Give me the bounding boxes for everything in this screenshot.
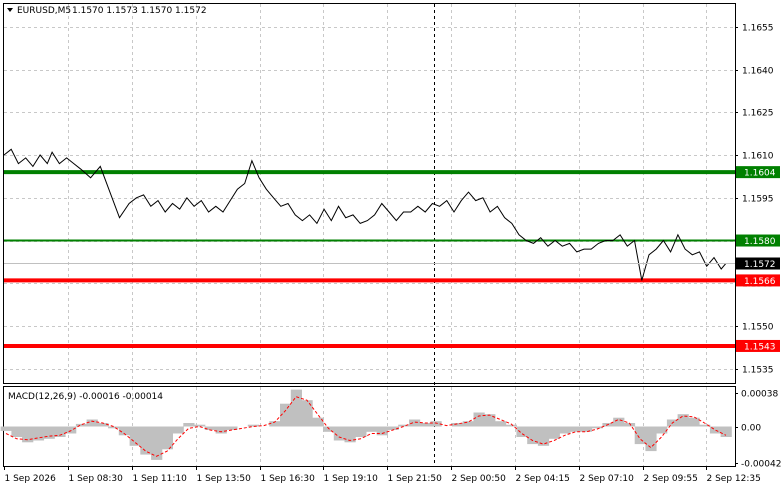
histogram-bar — [505, 424, 517, 427]
x-tick-label: 2 Sep 00:50 — [452, 474, 507, 484]
histogram-bar — [355, 426, 367, 437]
x-tick-label: 1 Sep 2026 — [5, 474, 57, 484]
macd-tick-label: 0.00 — [741, 424, 761, 434]
histogram-bar — [591, 426, 603, 429]
y-tick-label: 1.1535 — [742, 366, 774, 376]
x-tick-label: 1 Sep 08:30 — [69, 474, 124, 484]
chart-background — [0, 0, 781, 489]
histogram-bar — [204, 426, 216, 430]
histogram-bar — [75, 423, 88, 427]
histogram-bar — [537, 426, 550, 446]
histogram-bar — [409, 419, 421, 427]
histogram-bar — [290, 389, 302, 427]
histogram-bar — [0, 426, 12, 431]
histogram-bar — [720, 426, 732, 437]
level-badge-label: 1.1604 — [744, 169, 776, 179]
y-tick-label: 1.1655 — [742, 24, 774, 34]
y-tick-label: 1.1610 — [742, 152, 774, 162]
x-tick-label: 1 Sep 13:50 — [197, 474, 252, 484]
histogram-bar — [570, 426, 582, 432]
histogram-bar — [161, 426, 173, 450]
histogram-bar — [634, 426, 646, 445]
trading-chart: 1.1655 1.1640 1.1625 1.1610 1.1595 1.1580 1.15… — [0, 0, 781, 489]
histogram-bar — [172, 426, 184, 434]
histogram-bar — [419, 423, 431, 427]
histogram-bar — [462, 421, 474, 427]
x-tick-label: 2 Sep 09:55 — [644, 474, 698, 484]
current-price-label: 1.1572 — [744, 260, 776, 270]
histogram-bar — [215, 426, 227, 434]
x-tick-label: 2 Sep 12:35 — [707, 474, 761, 484]
histogram-bar — [688, 417, 700, 427]
level-badge-label: 1.1543 — [744, 342, 776, 352]
histogram-bar — [473, 412, 485, 427]
x-tick-label: 1 Sep 19:10 — [324, 474, 379, 484]
macd-tick-label: 0.00038 — [741, 390, 778, 400]
y-tick-label: 1.1550 — [742, 323, 774, 333]
x-tick-label: 1 Sep 16:30 — [261, 474, 316, 484]
chart-symbol: EURUSD,M5 — [17, 6, 71, 16]
x-tick-label: 1 Sep 11:10 — [133, 474, 188, 484]
y-tick-label: 1.1640 — [742, 67, 774, 77]
x-tick-label: 2 Sep 04:15 — [516, 474, 570, 484]
histogram-bar — [86, 419, 98, 427]
histogram-bar — [108, 426, 120, 429]
histogram-bar — [366, 426, 378, 432]
histogram-bar — [580, 426, 593, 432]
histogram-bar — [484, 414, 496, 427]
histogram-bar — [645, 426, 657, 452]
histogram-bar — [613, 417, 625, 427]
histogram-bar — [32, 426, 45, 441]
level-badge-label: 1.1566 — [744, 277, 776, 287]
x-tick-label: 1 Sep 21:50 — [388, 474, 443, 484]
histogram-bar — [11, 426, 23, 437]
histogram-bar — [183, 423, 195, 427]
level-badge-label: 1.1580 — [744, 237, 776, 247]
macd-label: MACD(12,26,9) -0.00016 -0.00014 — [8, 392, 163, 402]
macd-tick-label: -0.00042 — [741, 460, 781, 470]
y-tick-label: 1.1625 — [742, 109, 774, 119]
histogram-bar — [548, 426, 560, 439]
histogram-bar — [495, 421, 507, 427]
histogram-bar — [140, 426, 152, 455]
histogram-bar — [656, 426, 668, 434]
chart-ohlc: 1.1570 1.1573 1.1570 1.1572 — [72, 6, 207, 16]
histogram-bar — [194, 424, 206, 427]
histogram-bar — [516, 426, 528, 437]
histogram-bar — [301, 400, 313, 427]
histogram-bar — [247, 424, 259, 427]
x-tick-label: 2 Sep 07:10 — [580, 474, 635, 484]
histogram-bar — [323, 426, 335, 432]
histogram-bar — [559, 426, 571, 434]
y-tick-label: 1.1595 — [742, 195, 774, 205]
